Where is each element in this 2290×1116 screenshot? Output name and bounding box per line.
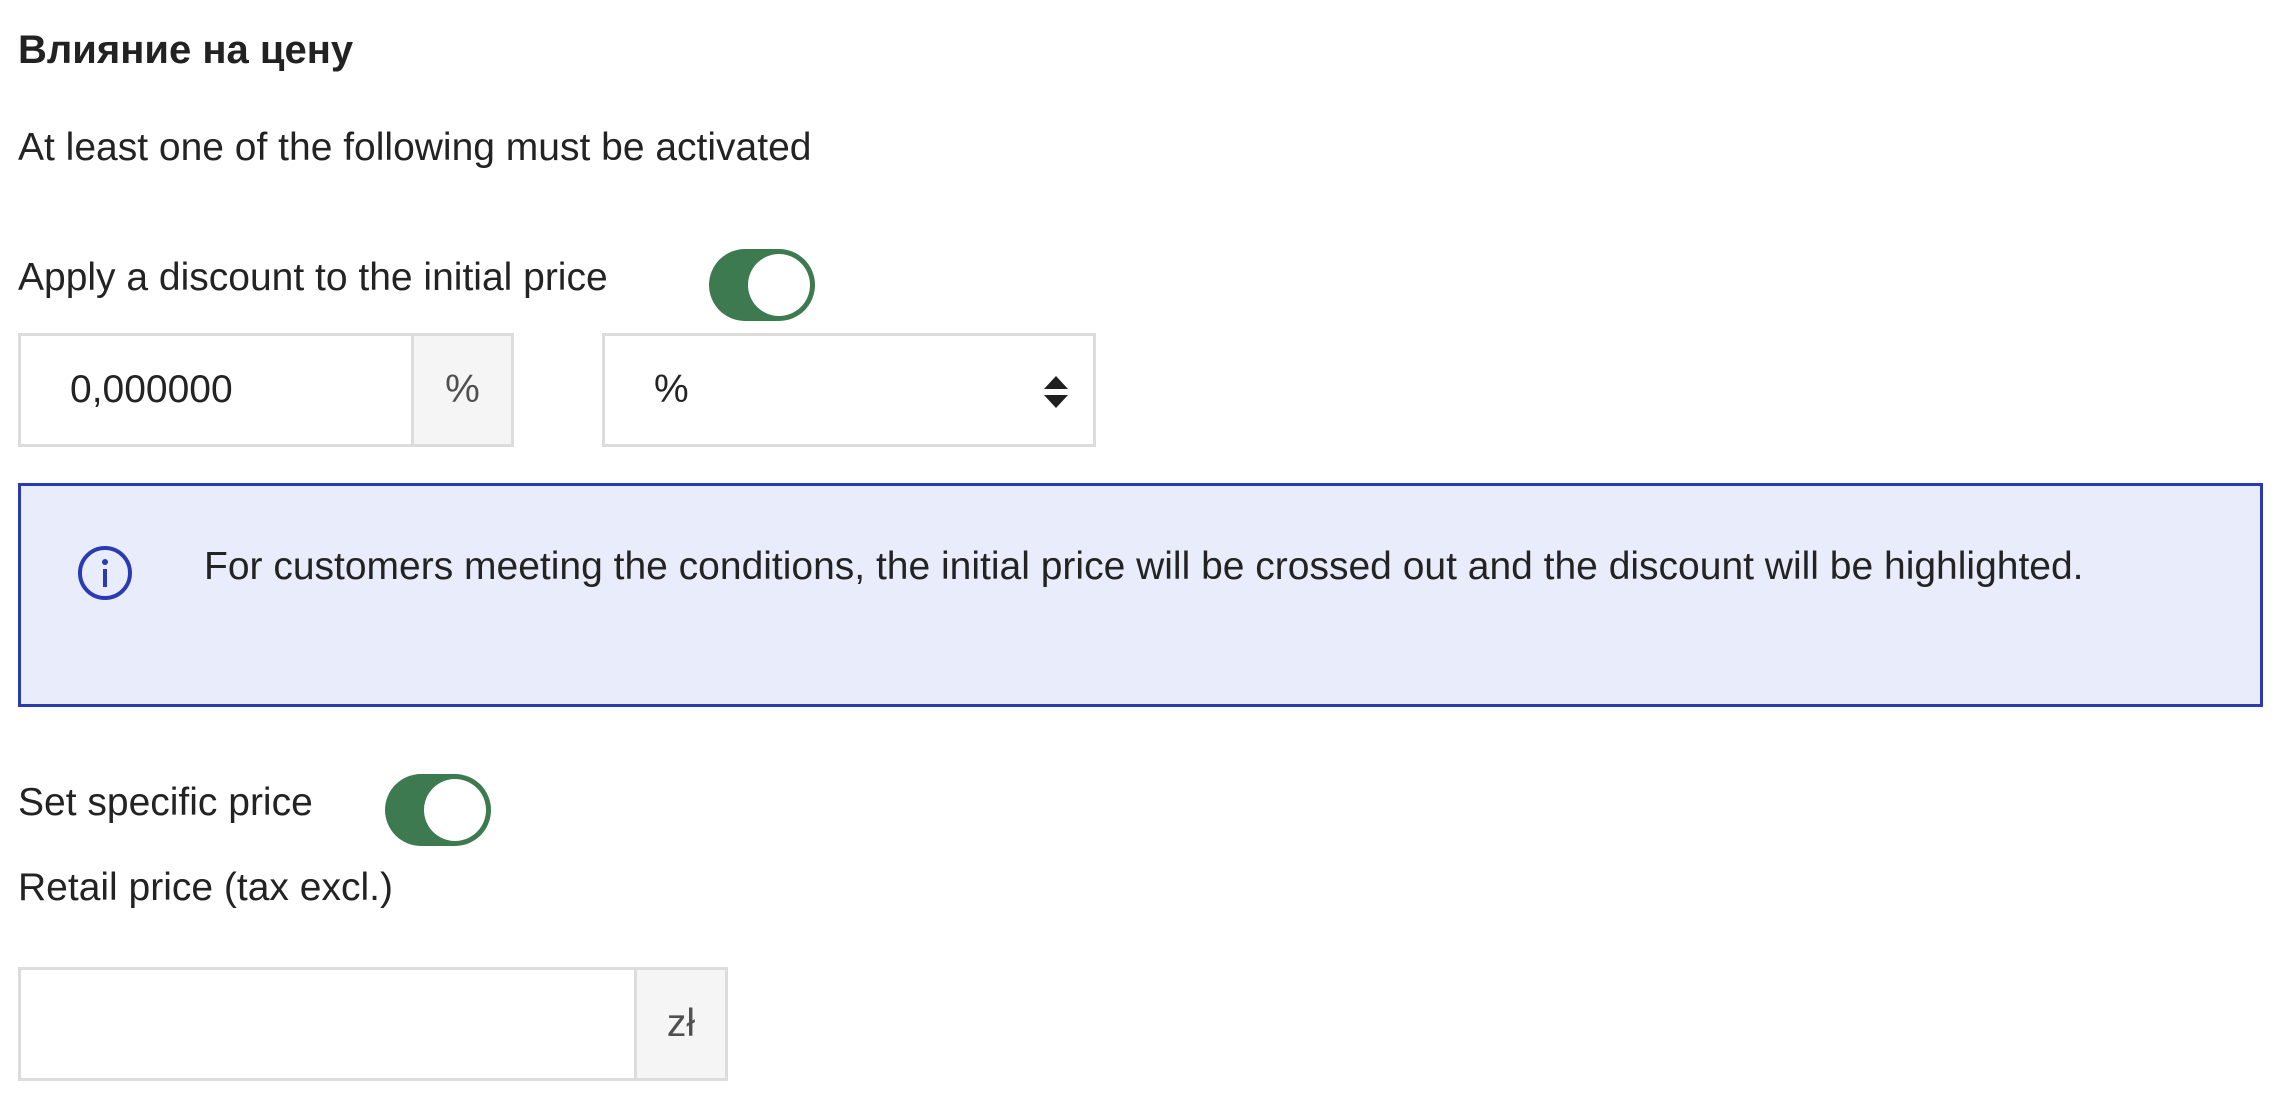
specific-price-toggle-knob <box>424 779 486 841</box>
specific-price-toggle-label: Set specific price <box>18 781 313 824</box>
discount-type-select[interactable]: % <box>602 333 1096 447</box>
discount-value-input[interactable]: 0,000000 <box>18 333 414 447</box>
retail-price-input[interactable] <box>18 967 637 1081</box>
info-alert-text: For customers meeting the conditions, th… <box>204 545 2084 588</box>
discount-unit-label: % <box>445 368 480 411</box>
section-subtitle: At least one of the following must be ac… <box>18 126 812 169</box>
info-circle-icon <box>78 546 132 600</box>
currency-addon: zł <box>634 967 728 1081</box>
discount-toggle[interactable] <box>709 249 815 321</box>
price-impact-panel: Влияние на цену At least one of the foll… <box>0 0 2290 1116</box>
sort-arrows-icon <box>1044 376 1068 408</box>
section-title: Влияние на цену <box>18 28 354 72</box>
discount-unit-addon: % <box>411 333 514 447</box>
discount-value: 0,000000 <box>70 368 233 411</box>
discount-type-selected: % <box>654 368 689 411</box>
specific-price-toggle[interactable] <box>385 774 491 846</box>
discount-toggle-knob <box>748 254 810 316</box>
currency-label: zł <box>666 1002 696 1045</box>
info-alert: For customers meeting the conditions, th… <box>18 483 2263 707</box>
retail-price-label: Retail price (tax excl.) <box>18 866 393 909</box>
discount-toggle-label: Apply a discount to the initial price <box>18 256 608 299</box>
